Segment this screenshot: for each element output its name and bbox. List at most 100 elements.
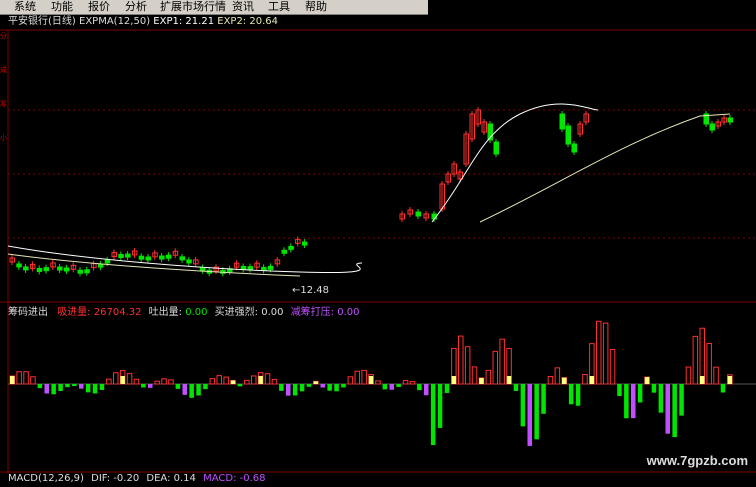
absorb-bar [271,378,278,385]
absorb-bar [464,346,471,385]
spit-bar [292,384,298,396]
dif-value: -0.20 [113,473,140,484]
spit-bar [99,384,105,390]
absorb-bar [106,378,112,385]
spit-bar [175,384,181,389]
absorb-bar [347,376,354,385]
spit-bar [624,384,629,419]
candle-body [138,255,145,260]
reduce-bar [631,384,636,419]
buy-bar [120,376,125,384]
spit-bar [575,384,581,406]
low-price-value: 12.48 [300,285,330,296]
reduce-bar [79,384,84,389]
reduce-bar [527,384,532,446]
spit-bar [306,384,312,387]
spit-bar [51,384,56,395]
absorb-bar [499,338,505,385]
candle-body [493,141,499,155]
spit-bar [637,384,643,403]
candle-body [57,266,63,271]
candle-body [159,255,165,260]
spit-bar [534,384,539,440]
candle-body [565,125,571,145]
menu-analysis[interactable]: 分析 [125,0,147,14]
candle-body [301,241,308,246]
reduce-bar [665,384,670,434]
candle-body [267,265,274,270]
absorb-bar [609,348,616,385]
candle-body [23,266,29,271]
candle-body [63,267,70,272]
spit-bar [58,384,63,392]
spit-bar [203,384,208,390]
absorb-bar [554,367,561,385]
absorb-bar [264,373,271,385]
candle-body [186,259,192,264]
reduce-bar [286,384,291,396]
absorb-bar [692,335,699,385]
absorb-bar [113,372,119,385]
buy-bar [479,377,484,384]
spit-bar [513,384,519,391]
absorb-bar [30,376,36,385]
dea-value: 0.14 [173,473,196,484]
macd-value: -0.68 [239,473,266,484]
absorb-bar [209,378,216,385]
absorb-bar [471,366,478,385]
absorb-bar [223,376,229,385]
candlestick-chart[interactable] [0,14,756,302]
spit-bar [279,384,284,391]
macd-title: MACD(12,26,9) [8,473,84,484]
buy-bar [727,376,733,384]
candle-body [125,253,131,258]
candle-body [118,253,124,258]
absorb-bar [602,322,609,385]
spit-bar [396,384,401,387]
spit-bar [141,384,146,388]
spit-bar [658,384,664,413]
spit-bar [85,384,91,393]
chip-histogram[interactable] [0,302,756,474]
absorb-bar [216,375,222,385]
absorb-bar [16,371,22,385]
buy-bar [230,380,236,384]
macd-label: MACD: [203,473,237,484]
absorb-bar [547,375,554,385]
candle-body [281,249,287,254]
absorb-bar [685,366,692,385]
candle-body [288,245,294,250]
menu-system[interactable]: 系统 [14,0,36,14]
absorb-bar [361,369,367,385]
absorb-bar [154,380,160,385]
menu-extended-market[interactable]: 扩展市场行情 [160,0,226,14]
candle-body [247,266,253,271]
spit-bar [444,384,450,393]
spit-bar [617,384,622,396]
menu-news[interactable]: 资讯 [232,0,254,14]
spit-bar [568,384,574,405]
buy-bar [562,377,567,384]
absorb-bar [596,320,602,385]
buy-bar [313,381,319,384]
spit-bar [327,384,332,391]
menu-help[interactable]: 帮助 [305,0,327,14]
reduce-bar [148,384,153,388]
dea-label: DEA: [146,473,171,484]
menu-quote[interactable]: 报价 [88,0,110,14]
candle-body [97,263,104,268]
candle-body [261,266,267,271]
spit-bar [437,384,443,428]
candle-body [104,259,111,264]
spit-bar [541,384,546,414]
candle-body [179,256,185,261]
candle-body [16,263,22,268]
absorb-bar [251,375,257,385]
menu-function[interactable]: 功能 [51,0,73,14]
menu-tools[interactable]: 工具 [268,0,290,14]
spit-bar [334,384,339,392]
low-price-marker: ←12.48 [292,285,329,297]
absorb-bar [161,378,167,385]
candle-body [571,143,577,153]
buy-bar [258,376,263,384]
